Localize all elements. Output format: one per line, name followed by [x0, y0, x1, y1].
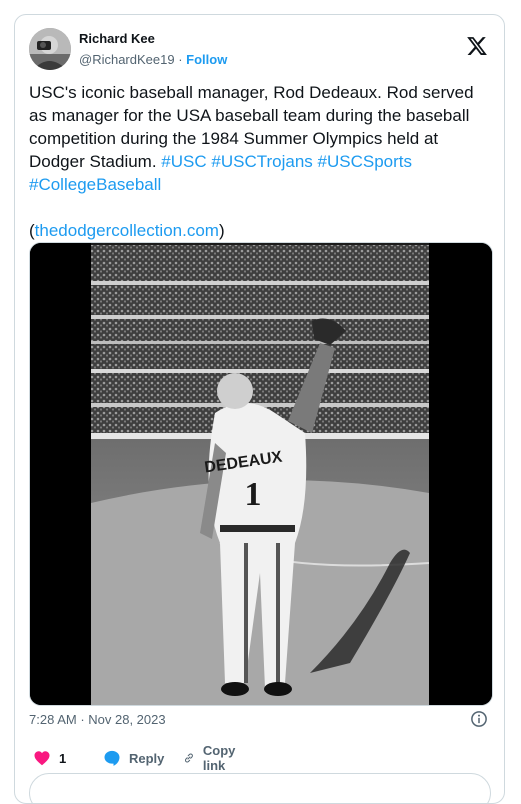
tweet-header: Richard Kee @RichardKee19 · Follow	[29, 27, 490, 75]
reply-button[interactable]: Reply	[103, 748, 164, 768]
hashtag-collegebaseball[interactable]: #CollegeBaseball	[29, 175, 161, 194]
hashtag-usctrojans[interactable]: #USCTrojans	[211, 152, 312, 171]
info-icon[interactable]	[470, 710, 488, 728]
reply-icon	[104, 750, 120, 766]
link-icon	[184, 753, 193, 763]
copy-link-button[interactable]: Copy link	[183, 743, 242, 773]
follow-button[interactable]: Follow	[186, 52, 227, 67]
read-replies-button[interactable]	[29, 773, 491, 803]
tweet-photo[interactable]: DEDEAUX 1	[29, 242, 493, 706]
author-handle[interactable]: @RichardKee19	[79, 52, 175, 67]
like-count: 1	[59, 750, 67, 766]
author-handle-row: @RichardKee19 · Follow	[79, 52, 227, 67]
handle-separator: ·	[174, 52, 187, 67]
hashtag-usc[interactable]: #USC	[161, 152, 206, 171]
tweet-timestamp[interactable]: 7:28 AM · Nov 28, 2023	[29, 712, 166, 727]
link-close-paren: )	[218, 221, 225, 240]
tweet-card: Richard Kee @RichardKee19 · Follow USC's…	[14, 14, 505, 804]
copy-link-label: Copy link	[202, 743, 236, 773]
external-link[interactable]: thedodgercollection.com	[35, 221, 219, 240]
avatar[interactable]	[29, 28, 71, 70]
heart-icon	[34, 751, 50, 766]
jersey-number: 1	[245, 476, 262, 513]
author-name[interactable]: Richard Kee	[79, 31, 155, 46]
tweet-text: USC's iconic baseball manager, Rod Dedea…	[29, 81, 491, 242]
stadium-photo: DEDEAUX 1	[30, 243, 492, 705]
like-button[interactable]: 1	[33, 748, 66, 768]
reply-label: Reply	[129, 750, 165, 766]
tweet-time: 7:28 AM	[29, 712, 77, 727]
hashtag-uscsports[interactable]: #USCSports	[318, 152, 412, 171]
x-logo-icon[interactable]	[466, 35, 488, 57]
tweet-date: Nov 28, 2023	[88, 712, 166, 727]
meta-separator: ·	[76, 712, 89, 727]
